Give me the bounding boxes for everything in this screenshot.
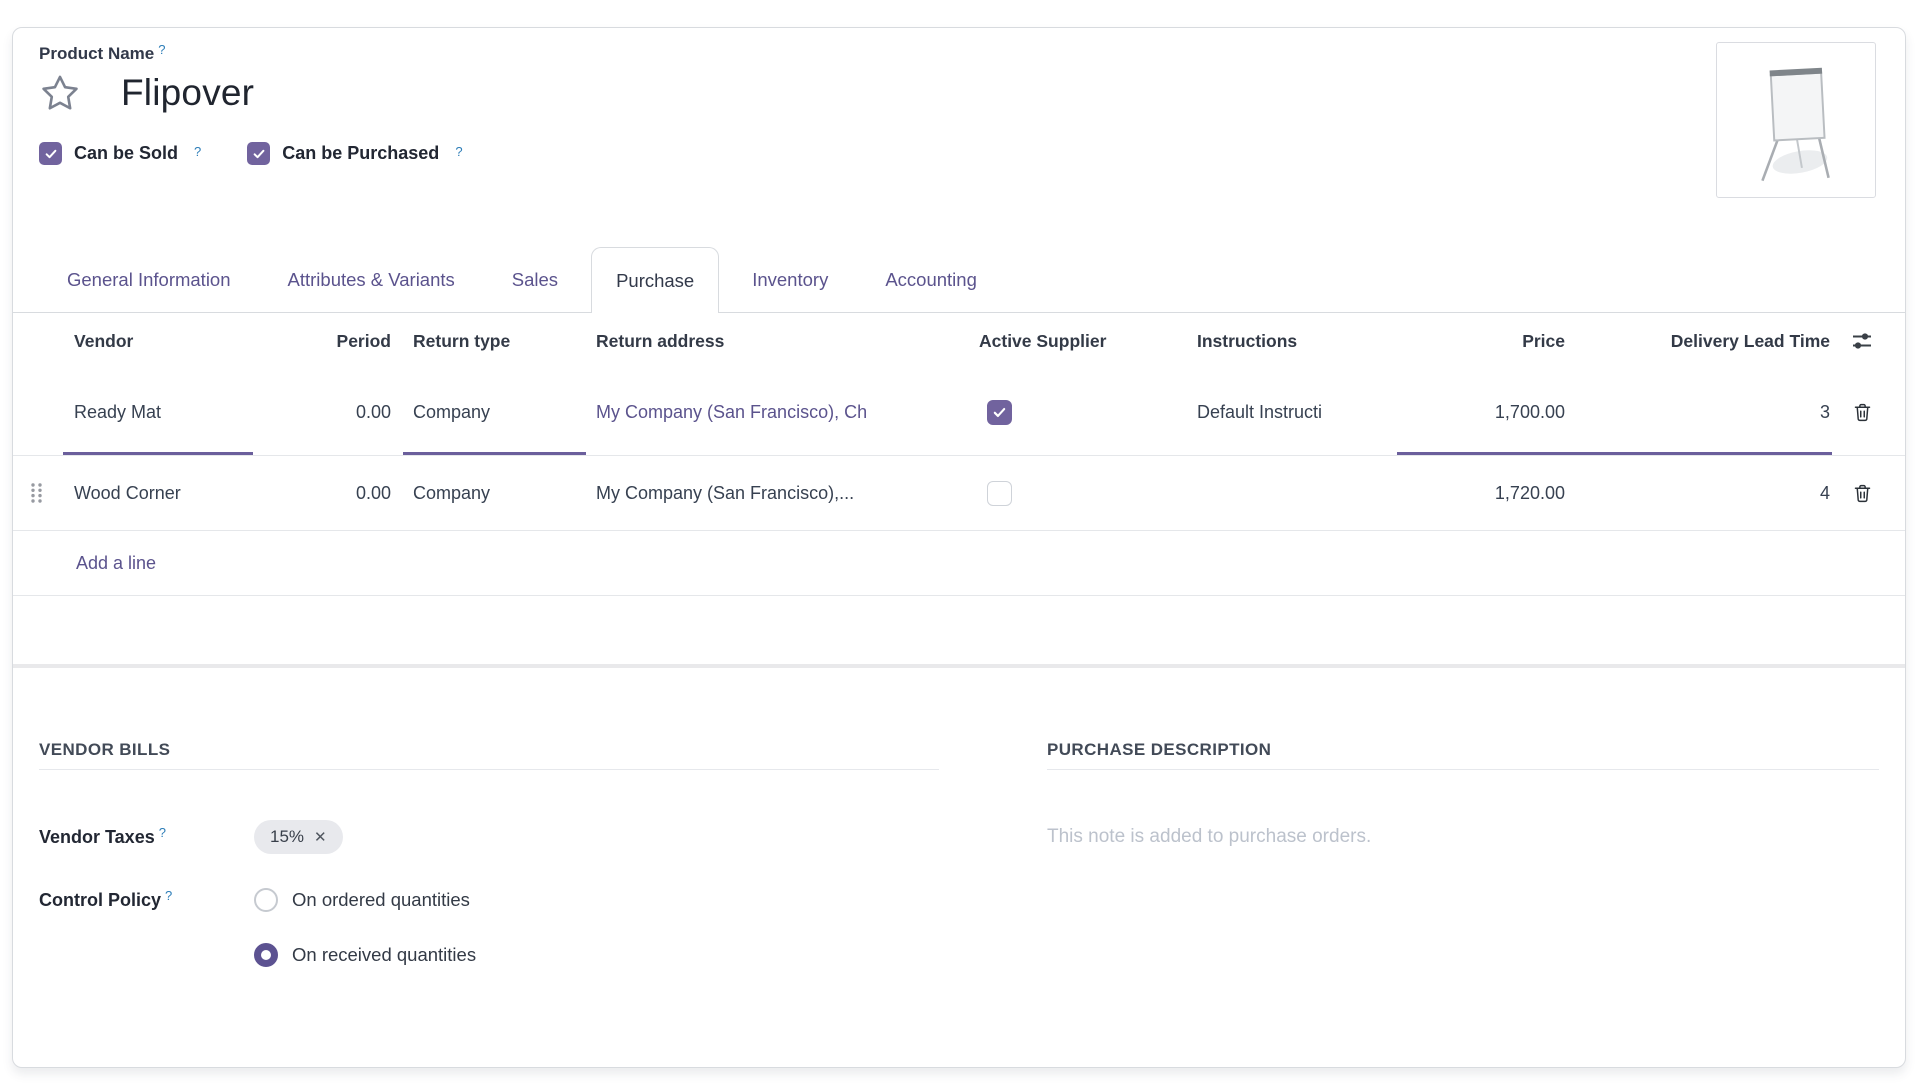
control-policy-label: Control Policy ? <box>39 890 254 911</box>
vendor-pricelist-table: Vendor Period Return type Return address… <box>13 313 1905 596</box>
period-cell[interactable]: 0.00 <box>253 369 403 455</box>
price-cell[interactable]: 1,720.00 <box>1397 456 1577 530</box>
return-address-cell[interactable]: My Company (San Francisco), Ch <box>586 369 979 455</box>
vendor-cell[interactable]: Ready Mat <box>63 369 253 455</box>
tab-accounting[interactable]: Accounting <box>861 247 1001 312</box>
section-divider <box>13 664 1905 668</box>
can-be-sold-label: Can be Sold <box>74 143 178 164</box>
radio-label: On received quantities <box>292 944 476 966</box>
col-header-return-address: Return address <box>586 313 979 369</box>
section-rule <box>1047 769 1879 770</box>
add-line-row: Add a line <box>13 531 1905 596</box>
vendor-taxes-label-text: Vendor Taxes <box>39 827 155 848</box>
active-supplier-cell <box>979 369 1197 455</box>
active-supplier-checkbox[interactable] <box>987 481 1012 506</box>
flipchart-easel-image <box>1717 43 1875 197</box>
radio-on-received-quantities[interactable]: On received quantities <box>254 943 476 967</box>
drag-column-header <box>13 313 63 369</box>
instructions-cell[interactable] <box>1197 456 1397 530</box>
help-icon: ? <box>165 888 172 909</box>
vendor-taxes-field: Vendor Taxes ? 15% ✕ <box>39 820 939 854</box>
tax-tag: 15% ✕ <box>254 820 343 854</box>
product-header: Product Name ? Flipover Can be Sold ? Ca… <box>39 44 463 165</box>
row-drag-cell <box>13 369 63 455</box>
help-icon: ? <box>158 42 165 62</box>
check-icon <box>252 147 266 161</box>
radio-label: On ordered quantities <box>292 889 470 911</box>
product-image[interactable] <box>1716 42 1876 198</box>
tab-general-information[interactable]: General Information <box>43 247 255 312</box>
product-form-card: Product Name ? Flipover Can be Sold ? Ca… <box>12 27 1906 1068</box>
vendor-bills-title: VENDOR BILLS <box>39 740 939 760</box>
control-policy-field: Control Policy ? On ordered quantities O… <box>39 888 939 967</box>
product-name-label-text: Product Name <box>39 44 154 64</box>
vendor-cell[interactable]: Wood Corner <box>63 456 253 530</box>
optional-columns-icon[interactable] <box>1850 329 1874 353</box>
tax-tag-value: 15% <box>270 827 304 847</box>
table-header-row: Vendor Period Return type Return address… <box>13 313 1905 369</box>
col-header-vendor: Vendor <box>63 313 253 369</box>
can-be-purchased-label: Can be Purchased <box>282 143 439 164</box>
table-row: Ready Mat 0.00 Company My Company (San F… <box>13 369 1905 456</box>
col-header-return-type: Return type <box>403 313 586 369</box>
col-header-instructions: Instructions <box>1197 313 1397 369</box>
col-header-active-supplier: Active Supplier <box>979 313 1197 369</box>
period-cell[interactable]: 0.00 <box>253 456 403 530</box>
row-actions-cell <box>1832 456 1906 530</box>
help-icon: ? <box>455 144 462 159</box>
can-be-sold-checkbox[interactable] <box>39 142 62 165</box>
tab-attributes-variants[interactable]: Attributes & Variants <box>264 247 479 312</box>
favorite-star-icon[interactable] <box>39 72 81 114</box>
can-be-sold-field: Can be Sold ? <box>39 142 201 165</box>
control-policy-label-text: Control Policy <box>39 890 161 911</box>
section-rule <box>39 769 939 770</box>
notebook-tabs: General Information Attributes & Variant… <box>13 247 1905 313</box>
check-icon <box>44 147 58 161</box>
tab-purchase[interactable]: Purchase <box>591 247 719 313</box>
help-icon: ? <box>194 144 201 159</box>
active-supplier-cell <box>979 456 1197 530</box>
purchase-description-title: PURCHASE DESCRIPTION <box>1047 740 1879 760</box>
instructions-cell[interactable]: Default Instructi <box>1197 369 1397 455</box>
radio-on-ordered-quantities[interactable]: On ordered quantities <box>254 888 476 912</box>
col-header-price: Price <box>1397 313 1577 369</box>
active-supplier-checkbox[interactable] <box>987 400 1012 425</box>
delivery-lead-time-cell[interactable]: 3 <box>1577 369 1832 455</box>
drag-handle-icon[interactable] <box>29 481 44 505</box>
return-type-cell[interactable]: Company <box>403 456 586 530</box>
vendor-bills-section: VENDOR BILLS Vendor Taxes ? 15% ✕ Contro… <box>39 740 939 967</box>
purchase-description-section: PURCHASE DESCRIPTION This note is added … <box>1047 740 1879 848</box>
optional-columns-cell <box>1832 313 1906 369</box>
table-row: Wood Corner 0.00 Company My Company (San… <box>13 456 1905 531</box>
check-icon <box>992 405 1007 420</box>
help-icon: ? <box>159 825 166 846</box>
delete-row-icon[interactable] <box>1852 483 1873 504</box>
col-header-period: Period <box>253 313 403 369</box>
tab-inventory[interactable]: Inventory <box>728 247 852 312</box>
return-type-cell[interactable]: Company <box>403 369 586 455</box>
tab-sales[interactable]: Sales <box>488 247 582 312</box>
radio-icon[interactable] <box>254 888 278 912</box>
price-cell[interactable]: 1,700.00 <box>1397 369 1577 455</box>
radio-icon[interactable] <box>254 943 278 967</box>
product-name[interactable]: Flipover <box>121 72 254 114</box>
purchase-description-input[interactable]: This note is added to purchase orders. <box>1047 826 1879 848</box>
row-drag-cell <box>13 456 63 530</box>
delivery-lead-time-cell[interactable]: 4 <box>1577 456 1832 530</box>
can-be-purchased-checkbox[interactable] <box>247 142 270 165</box>
tax-tag-remove-icon[interactable]: ✕ <box>314 828 327 846</box>
add-a-line-link[interactable]: Add a line <box>76 553 156 574</box>
row-actions-cell <box>1832 369 1906 455</box>
vendor-taxes-label: Vendor Taxes ? <box>39 827 254 848</box>
col-header-delivery-lead-time: Delivery Lead Time <box>1577 313 1832 369</box>
product-name-label: Product Name ? <box>39 44 463 64</box>
can-be-purchased-field: Can be Purchased ? <box>247 142 462 165</box>
return-address-cell[interactable]: My Company (San Francisco),... <box>586 456 979 530</box>
delete-row-icon[interactable] <box>1852 402 1873 423</box>
